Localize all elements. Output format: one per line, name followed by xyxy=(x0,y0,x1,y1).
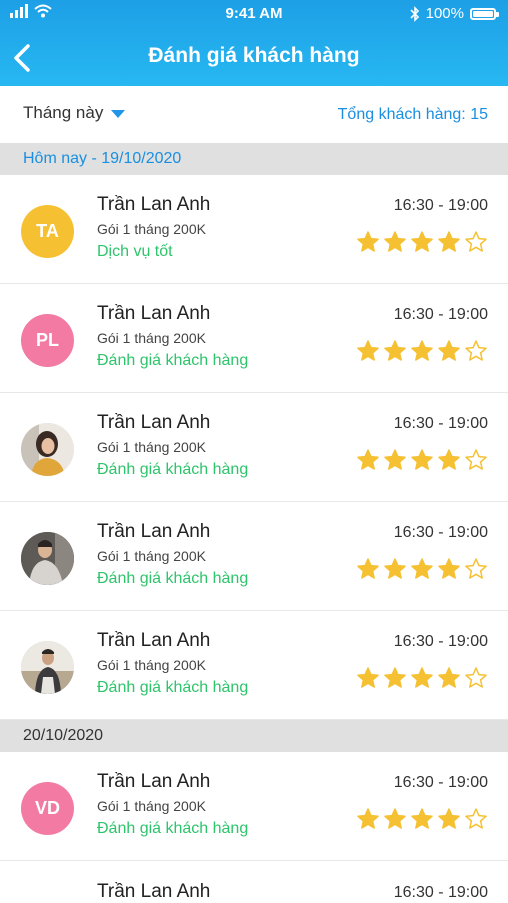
star-empty-icon xyxy=(465,340,487,361)
package-label: Gói 1 tháng 200K xyxy=(97,330,206,346)
star-rating xyxy=(356,557,488,581)
section-header-date: 20/10/2020 xyxy=(0,720,508,752)
star-filled-icon xyxy=(384,808,406,829)
star-filled-icon xyxy=(357,449,379,470)
star-filled-icon xyxy=(384,340,406,361)
star-empty-icon xyxy=(465,667,487,688)
battery-icon xyxy=(470,7,499,20)
section-label: 20/10/2020 xyxy=(23,727,104,744)
star-filled-icon xyxy=(411,340,433,361)
period-label: Tháng này xyxy=(23,103,104,122)
customer-name: Trần Lan Anh xyxy=(97,521,211,542)
star-filled-icon xyxy=(384,449,406,470)
star-rating xyxy=(356,339,488,363)
review-row[interactable]: TA Trần Lan Anh Gói 1 tháng 200K Dịch vụ… xyxy=(0,175,508,284)
customer-name: Trần Lan Anh xyxy=(97,194,211,215)
avatar xyxy=(21,423,74,476)
star-filled-icon xyxy=(357,667,379,688)
star-filled-icon xyxy=(384,667,406,688)
package-label: Gói 1 tháng 200K xyxy=(97,798,206,814)
star-filled-icon xyxy=(438,667,460,688)
review-row[interactable]: PL Trần Lan Anh Gói 1 tháng 200K Đánh gi… xyxy=(0,284,508,393)
star-filled-icon xyxy=(438,231,460,252)
avatar xyxy=(21,641,74,694)
period-dropdown[interactable]: Tháng này xyxy=(23,103,126,123)
star-filled-icon xyxy=(411,558,433,579)
star-filled-icon xyxy=(357,231,379,252)
star-rating xyxy=(356,230,488,254)
user-photo-icon xyxy=(21,532,74,585)
time-range: 16:30 - 19:00 xyxy=(393,884,488,901)
avatar xyxy=(21,532,74,585)
status-right: 100% xyxy=(410,5,499,22)
time-range: 16:30 - 19:00 xyxy=(393,415,488,432)
avatar: TA xyxy=(21,205,74,258)
battery-percent: 100% xyxy=(425,5,464,22)
star-filled-icon xyxy=(357,340,379,361)
star-filled-icon xyxy=(438,340,460,361)
review-row[interactable]: Trần Lan Anh Gói 1 tháng 200K Đánh giá k… xyxy=(0,611,508,720)
app-header: 9:41 AM 100% Đánh giá khách hàng xyxy=(0,0,508,86)
section-header-today: Hôm nay - 19/10/2020 xyxy=(0,143,508,175)
status-bar: 9:41 AM 100% xyxy=(0,0,508,28)
total-customers: Tổng khách hàng: 15 xyxy=(337,106,488,123)
star-empty-icon xyxy=(465,808,487,829)
time-range: 16:30 - 19:00 xyxy=(393,774,488,791)
star-empty-icon xyxy=(465,558,487,579)
section-label: Hôm nay - 19/10/2020 xyxy=(23,150,182,167)
customer-name: Trần Lan Anh xyxy=(97,771,211,792)
review-row[interactable]: Trần Lan Anh 16:30 - 19:00 xyxy=(0,861,508,902)
customer-name: Trần Lan Anh xyxy=(97,630,211,651)
star-filled-icon xyxy=(357,558,379,579)
review-note[interactable]: Đánh giá khách hàng xyxy=(97,461,248,479)
review-note[interactable]: Đánh giá khách hàng xyxy=(97,679,248,697)
review-note[interactable]: Dịch vụ tốt xyxy=(97,243,173,261)
star-filled-icon xyxy=(411,667,433,688)
review-note[interactable]: Đánh giá khách hàng xyxy=(97,352,248,370)
package-label: Gói 1 tháng 200K xyxy=(97,439,206,455)
user-photo-icon xyxy=(21,423,74,476)
star-empty-icon xyxy=(465,449,487,470)
page-title: Đánh giá khách hàng xyxy=(148,44,360,67)
star-filled-icon xyxy=(357,808,379,829)
package-label: Gói 1 tháng 200K xyxy=(97,548,206,564)
star-empty-icon xyxy=(465,231,487,252)
user-photo-icon xyxy=(21,641,74,694)
star-filled-icon xyxy=(384,558,406,579)
star-filled-icon xyxy=(384,231,406,252)
star-rating xyxy=(356,448,488,472)
caret-down-icon xyxy=(111,110,126,118)
star-rating xyxy=(356,807,488,831)
star-filled-icon xyxy=(438,558,460,579)
time-range: 16:30 - 19:00 xyxy=(393,524,488,541)
bluetooth-icon xyxy=(410,5,419,22)
customer-name: Trần Lan Anh xyxy=(97,412,211,433)
review-row[interactable]: Trần Lan Anh Gói 1 tháng 200K Đánh giá k… xyxy=(0,393,508,502)
review-note[interactable]: Đánh giá khách hàng xyxy=(97,820,248,838)
package-label: Gói 1 tháng 200K xyxy=(97,657,206,673)
avatar: PL xyxy=(21,314,74,367)
time-range: 16:30 - 19:00 xyxy=(393,306,488,323)
star-filled-icon xyxy=(438,449,460,470)
customer-name: Trần Lan Anh xyxy=(97,303,211,324)
review-row[interactable]: Trần Lan Anh Gói 1 tháng 200K Đánh giá k… xyxy=(0,502,508,611)
filter-bar: Tháng này Tổng khách hàng: 15 xyxy=(0,86,508,143)
review-note[interactable]: Đánh giá khách hàng xyxy=(97,570,248,588)
package-label: Gói 1 tháng 200K xyxy=(97,221,206,237)
time-range: 16:30 - 19:00 xyxy=(393,197,488,214)
time-range: 16:30 - 19:00 xyxy=(393,633,488,650)
star-filled-icon xyxy=(411,231,433,252)
avatar: VD xyxy=(21,782,74,835)
star-rating xyxy=(356,666,488,690)
review-row[interactable]: VD Trần Lan Anh Gói 1 tháng 200K Đánh gi… xyxy=(0,752,508,861)
star-filled-icon xyxy=(411,449,433,470)
star-filled-icon xyxy=(438,808,460,829)
star-filled-icon xyxy=(411,808,433,829)
